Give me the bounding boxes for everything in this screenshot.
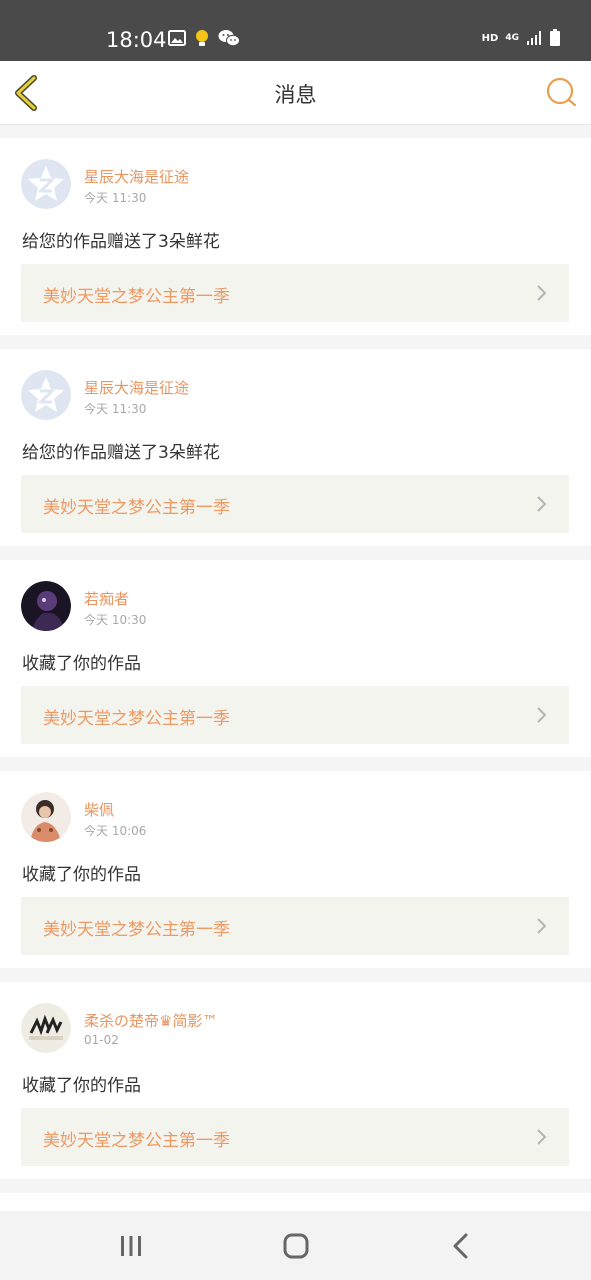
notification-message: 给您的作品赠送了3朵鲜花 [22, 232, 220, 252]
page-title: 消息 [274, 83, 317, 107]
app-header: 消息 [0, 61, 591, 125]
work-link[interactable]: 美妙天堂之梦公主第一季 [21, 686, 569, 744]
user-name[interactable]: 柔杀の楚帝♛简影™ [84, 1010, 217, 1031]
battery-icon [550, 29, 560, 46]
notification-card: 若痴者 今天 10:30 收藏了你的作品 美妙天堂之梦公主第一季 [0, 560, 591, 757]
work-link[interactable]: 美妙天堂之梦公主第一季 [21, 264, 569, 322]
notification-time: 今天 11:30 [84, 191, 147, 205]
notification-message: 给您的作品赠送了3朵鲜花 [22, 443, 220, 463]
status-time: 18:04 [106, 28, 167, 52]
notification-message: 收藏了你的作品 [22, 654, 141, 674]
user-name[interactable]: 星辰大海是征途 [84, 377, 189, 398]
work-title: 美妙天堂之梦公主第一季 [43, 1131, 230, 1151]
notification-bulb-icon [196, 30, 208, 46]
notification-time: 今天 10:30 [84, 613, 147, 627]
network-type: 4G [505, 32, 519, 43]
user-name[interactable]: 星辰大海是征途 [84, 166, 189, 187]
wechat-icon [218, 30, 240, 47]
work-title: 美妙天堂之梦公主第一季 [43, 709, 230, 729]
work-link[interactable]: 美妙天堂之梦公主第一季 [21, 897, 569, 955]
notification-card: 柔杀の楚帝♛简影™ 01-02 收藏了你的作品 美妙天堂之梦公主第一季 [0, 982, 591, 1179]
chevron-right-icon [537, 707, 547, 723]
default-avatar-icon[interactable] [21, 370, 71, 420]
user-photo-avatar[interactable] [21, 792, 71, 842]
status-bar: 18:04 HD 4G [0, 0, 591, 61]
recent-apps-icon[interactable] [111, 1231, 151, 1261]
work-title: 美妙天堂之梦公主第一季 [43, 498, 230, 518]
chevron-right-icon [537, 496, 547, 512]
work-title: 美妙天堂之梦公主第一季 [43, 287, 230, 307]
notification-time: 今天 10:06 [84, 824, 147, 838]
signal-icon [527, 31, 541, 45]
chevron-right-icon [537, 918, 547, 934]
user-photo-avatar[interactable] [21, 1003, 71, 1053]
search-icon[interactable] [545, 76, 577, 108]
user-photo-avatar[interactable] [21, 581, 71, 631]
work-title: 美妙天堂之梦公主第一季 [43, 920, 230, 940]
chevron-right-icon [537, 1129, 547, 1145]
home-icon[interactable] [276, 1231, 316, 1261]
notification-card: 星辰大海是征途 今天 11:30 给您的作品赠送了3朵鲜花 美妙天堂之梦公主第一… [0, 349, 591, 546]
work-link[interactable]: 美妙天堂之梦公主第一季 [21, 475, 569, 533]
notification-message: 收藏了你的作品 [22, 865, 141, 885]
back-icon[interactable] [441, 1231, 481, 1261]
notification-card: 柴佩 今天 10:06 收藏了你的作品 美妙天堂之梦公主第一季 [0, 771, 591, 968]
notification-message: 收藏了你的作品 [22, 1076, 141, 1096]
chevron-right-icon [537, 285, 547, 301]
user-name[interactable]: 若痴者 [84, 588, 129, 609]
notification-time: 今天 11:30 [84, 402, 147, 416]
notification-card: 星辰大海是征途 今天 11:30 给您的作品赠送了3朵鲜花 美妙天堂之梦公主第一… [0, 138, 591, 335]
system-nav-bar [0, 1211, 591, 1280]
hd-indicator: HD [481, 32, 499, 44]
notification-time: 01-02 [84, 1033, 119, 1047]
work-link[interactable]: 美妙天堂之梦公主第一季 [21, 1108, 569, 1166]
user-name[interactable]: 柴佩 [84, 799, 114, 820]
default-avatar-icon[interactable] [21, 159, 71, 209]
gallery-icon [168, 30, 186, 46]
